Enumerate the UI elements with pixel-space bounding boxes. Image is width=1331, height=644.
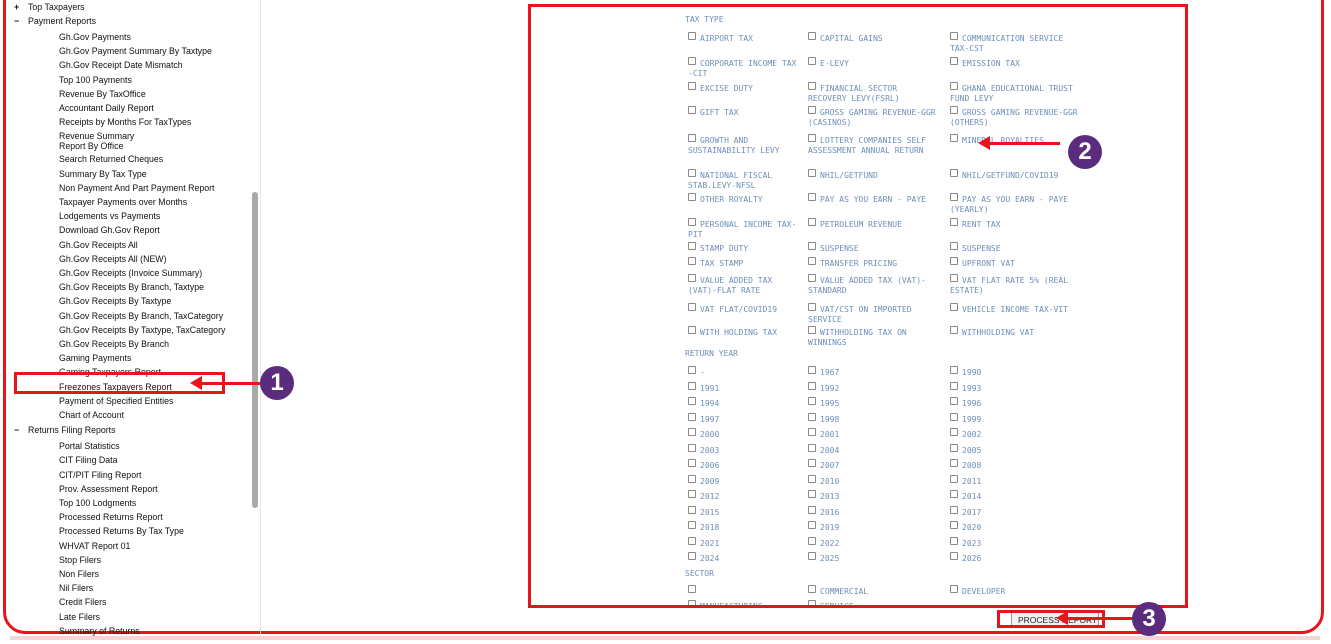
tree-item-gh-gov-receipts-by-branch[interactable]: Gh.Gov Receipts By Branch [59,339,169,349]
tree-item-credit-filers[interactable]: Credit Filers [59,597,106,607]
arrow-head-icon [190,376,202,390]
tree-item-whvat-report-01[interactable]: WHVAT Report 01 [59,541,130,551]
expand-icon[interactable]: + [14,2,28,12]
tree-item-portal-statistics[interactable]: Portal Statistics [59,441,120,451]
tree-item-accountant-daily-report[interactable]: Accountant Daily Report [59,103,154,113]
arrow-head-icon [1056,611,1068,625]
tree-item-gh-gov-receipts-all-new[interactable]: Gh.Gov Receipts All (NEW) [59,254,167,264]
frame-shadow [10,636,1320,640]
sidebar-scrollbar[interactable] [252,192,258,508]
tree-node-label: Payment Reports [28,16,96,26]
arrow-head-icon [978,136,990,150]
callout-box-2-form [528,4,1188,608]
tree-item-revenue-summary-report-by-office[interactable]: Revenue Summary Report By Office [59,131,134,151]
tree-item-non-filers[interactable]: Non Filers [59,569,99,579]
callout-arrow-1 [200,382,260,385]
tree-item-top-100-lodgments[interactable]: Top 100 Lodgments [59,498,136,508]
tree-item-search-returned-cheques[interactable]: Search Returned Cheques [59,154,163,164]
collapse-icon[interactable]: − [14,425,28,435]
tree-item-taxpayer-payments-over-months[interactable]: Taxpayer Payments over Months [59,197,187,207]
tree-item-lodgements-vs-payments[interactable]: Lodgements vs Payments [59,211,160,221]
tree-item-gh-gov-receipts-by-branch-taxtype[interactable]: Gh.Gov Receipts By Branch, Taxtype [59,282,204,292]
tree-item-gh-gov-receipts-by-branch-taxcategory[interactable]: Gh.Gov Receipts By Branch, TaxCategory [59,311,223,321]
tree-item-summary-by-tax-type[interactable]: Summary By Tax Type [59,169,147,179]
tree-item-gh-gov-payment-summary-by-taxtype[interactable]: Gh.Gov Payment Summary By Taxtype [59,46,212,56]
tree-item-summary-of-returns[interactable]: Summary of Returns [59,626,140,636]
tree-item-top-100-payments[interactable]: Top 100 Payments [59,75,132,85]
callout-arrow-2 [990,142,1060,145]
tree-item-payment-of-specified-entities[interactable]: Payment of Specified Entities [59,396,173,406]
callout-badge-2: 2 [1068,135,1102,169]
tree-item-download-gh-gov-report[interactable]: Download Gh.Gov Report [59,225,160,235]
tree-node-payment-reports[interactable]: − Payment Reports [14,16,96,26]
tree-node-label: Returns Filing Reports [28,425,116,436]
tree-item-gh-gov-receipts-invoice-summary[interactable]: Gh.Gov Receipts (Invoice Summary) [59,268,202,278]
tree-item-gh-gov-receipts-all[interactable]: Gh.Gov Receipts All [59,240,138,250]
tree-item-receipts-by-months-for-taxtypes[interactable]: Receipts by Months For TaxTypes [59,117,191,127]
report-tree-sidebar: + Top Taxpayers − Payment Reports Gh.Gov P… [8,0,260,636]
tree-node-top-taxpayers[interactable]: + Top Taxpayers [14,2,85,12]
tree-item-gh-gov-payments[interactable]: Gh.Gov Payments [59,32,131,42]
tree-item-revenue-by-taxoffice[interactable]: Revenue By TaxOffice [59,89,146,99]
collapse-icon[interactable]: − [14,16,28,26]
tree-item-nil-filers[interactable]: Nil Filers [59,583,93,593]
sidebar-divider [260,0,261,636]
tree-node-label: Top Taxpayers [28,2,85,12]
callout-arrow-3 [1068,617,1134,620]
tree-item-gaming-payments[interactable]: Gaming Payments [59,353,131,363]
callout-badge-1: 1 [260,366,294,400]
tree-item-late-filers[interactable]: Late Filers [59,612,100,622]
tree-item-chart-of-account[interactable]: Chart of Account [59,410,124,420]
tree-node-returns-filing-reports[interactable]: − Returns Filing Reports [14,425,116,435]
tree-item-gh-gov-receipts-by-taxtype[interactable]: Gh.Gov Receipts By Taxtype [59,296,171,306]
tree-item-gh-gov-receipts-by-taxtype-taxcategory[interactable]: Gh.Gov Receipts By Taxtype, TaxCategory [59,325,225,335]
tree-item-processed-returns-by-tax-type[interactable]: Processed Returns By Tax Type [59,526,184,536]
tree-item-gh-gov-receipt-date-mismatch[interactable]: Gh.Gov Receipt Date Mismatch [59,60,183,70]
tree-item-stop-filers[interactable]: Stop Filers [59,555,101,565]
callout-badge-3: 3 [1132,602,1166,636]
tree-item-non-payment-and-part-payment-report[interactable]: Non Payment And Part Payment Report [59,183,215,193]
tree-item-prov-assessment-report[interactable]: Prov. Assessment Report [59,484,158,494]
tree-item-cit-filing-data[interactable]: CIT Filing Data [59,455,118,465]
tree-item-cit-pit-filing-report[interactable]: CIT/PIT Filing Report [59,470,141,480]
tree-item-processed-returns-report[interactable]: Processed Returns Report [59,512,163,522]
